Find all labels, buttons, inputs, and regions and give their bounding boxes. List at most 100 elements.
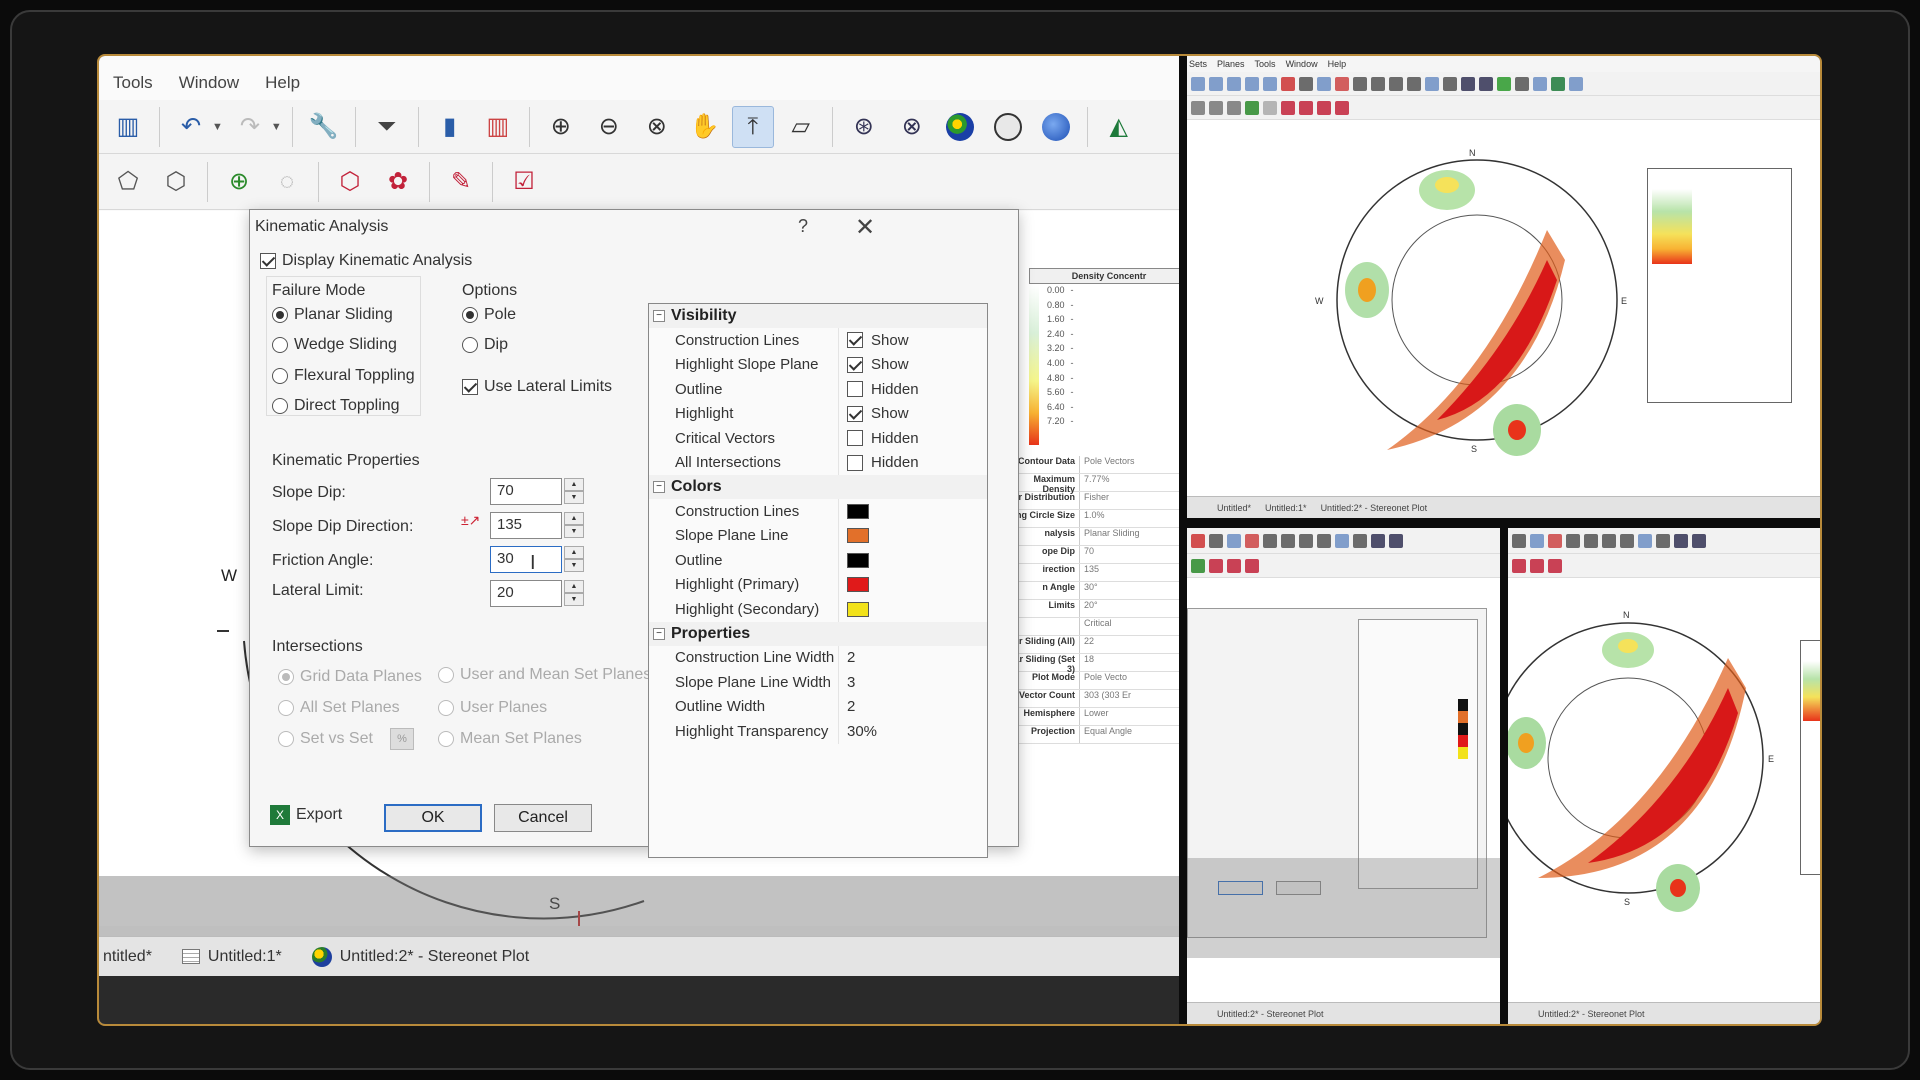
- property-value[interactable]: Hidden: [839, 381, 987, 398]
- radio-grid-data-planes[interactable]: Grid Data Planes: [278, 668, 422, 686]
- radio-set-vs-set[interactable]: Set vs Set: [278, 730, 373, 748]
- property-value[interactable]: [839, 577, 987, 593]
- radio-planar-sliding[interactable]: Planar Sliding: [272, 306, 393, 324]
- color-swatch[interactable]: [847, 577, 869, 593]
- color-swatch[interactable]: [847, 552, 869, 568]
- checkbox-icon[interactable]: [847, 332, 863, 349]
- close-icon[interactable]: ✕: [855, 213, 875, 242]
- checkbox-icon[interactable]: [847, 356, 863, 373]
- doc-tab-stereonet[interactable]: Untitled:2* - Stereonet Plot: [311, 946, 529, 967]
- collapse-icon[interactable]: −: [653, 310, 665, 322]
- cone-icon[interactable]: ◌: [266, 161, 308, 203]
- radio-dip[interactable]: Dip: [462, 336, 508, 354]
- radio-wedge-sliding[interactable]: Wedge Sliding: [272, 336, 397, 354]
- slope-dip-direction-stepper[interactable]: ▲ ▼: [564, 512, 584, 539]
- lateral-limit-stepper[interactable]: ▲ ▼: [564, 580, 584, 607]
- property-row[interactable]: All Intersections Hidden: [649, 450, 987, 475]
- chevron-down-icon[interactable]: ▼: [271, 121, 282, 133]
- friction-angle-stepper[interactable]: ▲ ▼: [564, 546, 584, 573]
- check-window-icon[interactable]: ☑: [503, 161, 545, 203]
- major-planes-icon[interactable]: [987, 106, 1029, 148]
- ok-button[interactable]: OK: [384, 804, 482, 832]
- property-row[interactable]: Highlight Show: [649, 401, 987, 426]
- pole-plot-icon[interactable]: ⊛: [843, 106, 885, 148]
- color-swatch[interactable]: [847, 601, 869, 617]
- property-row[interactable]: Slope Plane Line: [649, 523, 987, 548]
- property-row[interactable]: Construction Lines Show: [649, 328, 987, 353]
- help-icon[interactable]: ?: [798, 216, 808, 237]
- checkbox-icon[interactable]: [847, 381, 863, 398]
- checkbox-icon[interactable]: [847, 454, 863, 471]
- collapse-icon[interactable]: −: [653, 481, 665, 493]
- pentagon-icon[interactable]: ⬠: [107, 161, 149, 203]
- property-value[interactable]: 2: [839, 649, 987, 666]
- cancel-button[interactable]: Cancel: [494, 804, 592, 832]
- add-region-icon[interactable]: ✿: [377, 161, 419, 203]
- property-row[interactable]: Outline: [649, 548, 987, 573]
- property-value[interactable]: 3: [839, 674, 987, 691]
- property-row[interactable]: Construction Lines: [649, 499, 987, 524]
- select-icon[interactable]: ⤒: [731, 105, 774, 148]
- doc-tab-untitled[interactable]: ntitled*: [103, 948, 152, 966]
- zoom-in-icon[interactable]: ⊕: [540, 106, 582, 148]
- zoom-out-icon[interactable]: ⊖: [588, 106, 630, 148]
- slope-dip-direction-input[interactable]: 135: [490, 512, 562, 539]
- slope-dip-input[interactable]: 70: [490, 478, 562, 505]
- contour-plot-icon[interactable]: [939, 106, 981, 148]
- slope-dip-stepper[interactable]: ▲ ▼: [564, 478, 584, 505]
- globe-icon[interactable]: [1035, 106, 1077, 148]
- eraser-icon[interactable]: ▱: [780, 106, 822, 148]
- use-lateral-limits-checkbox[interactable]: Use Lateral Limits: [462, 378, 612, 396]
- radio-mean-set-planes[interactable]: Mean Set Planes: [438, 730, 582, 748]
- rosette-icon[interactable]: ◭: [1098, 106, 1140, 148]
- property-value[interactable]: Show: [839, 332, 987, 349]
- property-value[interactable]: Show: [839, 405, 987, 422]
- property-row[interactable]: Highlight (Primary): [649, 572, 987, 597]
- collapse-icon[interactable]: −: [653, 627, 665, 640]
- section-properties[interactable]: − Properties: [649, 621, 987, 646]
- color-swatch[interactable]: [847, 528, 869, 544]
- section-visibility[interactable]: − Visibility: [649, 304, 987, 328]
- book-icon[interactable]: ▮: [429, 106, 471, 148]
- property-value[interactable]: [839, 528, 987, 544]
- radio-flexural-toppling[interactable]: Flexural Toppling: [272, 367, 415, 385]
- property-row[interactable]: Critical Vectors Hidden: [649, 426, 987, 451]
- menu-tools[interactable]: Tools: [113, 73, 153, 93]
- property-row[interactable]: Highlight (Secondary): [649, 597, 987, 622]
- scatter-plot-icon[interactable]: ⊗: [891, 106, 933, 148]
- property-row[interactable]: Construction Line Width 2: [649, 645, 987, 670]
- checkbox-icon[interactable]: [847, 430, 863, 447]
- sidebar-toggle-icon[interactable]: ▥: [107, 106, 149, 148]
- add-window-icon[interactable]: ⬡: [329, 161, 371, 203]
- property-value[interactable]: Hidden: [839, 430, 987, 447]
- radio-user-planes[interactable]: User Planes: [438, 699, 547, 717]
- friction-angle-input[interactable]: 30: [490, 546, 562, 573]
- property-value[interactable]: [839, 503, 987, 519]
- checkbox-icon[interactable]: [847, 405, 863, 422]
- pan-hand-icon[interactable]: ✋: [684, 106, 726, 148]
- zoom-extents-icon[interactable]: ⊗: [636, 106, 678, 148]
- filter-icon[interactable]: ⏷: [366, 106, 408, 148]
- set-vs-set-button[interactable]: %: [390, 728, 414, 750]
- section-colors[interactable]: − Colors: [649, 475, 987, 499]
- property-row[interactable]: Outline Width 2: [649, 694, 987, 719]
- menu-window[interactable]: Window: [179, 73, 239, 93]
- chevron-down-icon[interactable]: ▼: [212, 121, 223, 133]
- radio-user-mean-set-planes[interactable]: User and Mean Set Planes: [438, 666, 651, 684]
- redo-icon[interactable]: ↷: [229, 106, 271, 148]
- property-value[interactable]: [839, 552, 987, 568]
- property-value[interactable]: Hidden: [839, 454, 987, 471]
- property-value[interactable]: Show: [839, 356, 987, 373]
- radio-pole[interactable]: Pole: [462, 306, 516, 324]
- pick-direction-icon[interactable]: ±↗: [461, 512, 480, 529]
- export-button[interactable]: X Export: [270, 805, 342, 825]
- property-row[interactable]: Highlight Slope Plane Show: [649, 352, 987, 377]
- hexagon-icon[interactable]: ⬡: [155, 161, 197, 203]
- menu-help[interactable]: Help: [265, 73, 300, 93]
- property-row[interactable]: Highlight Transparency 30%: [649, 719, 987, 744]
- chart-icon[interactable]: ▥: [477, 106, 519, 148]
- property-value[interactable]: 2: [839, 698, 987, 715]
- lateral-limit-input[interactable]: 20: [490, 580, 562, 607]
- property-row[interactable]: Outline Hidden: [649, 377, 987, 402]
- wrench-icon[interactable]: 🔧: [303, 106, 345, 148]
